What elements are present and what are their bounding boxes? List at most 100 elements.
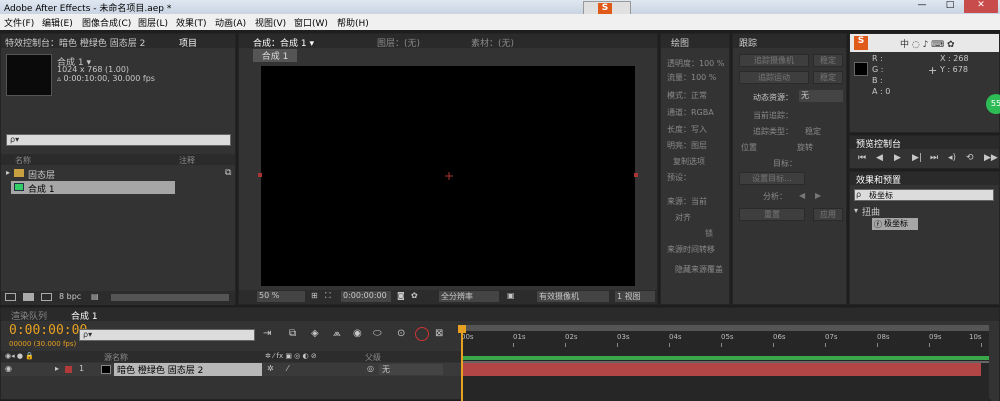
new-comp-icon[interactable] bbox=[41, 293, 52, 301]
flowchart-icon[interactable]: ⧉ bbox=[225, 168, 231, 178]
work-area-bar[interactable] bbox=[461, 325, 989, 331]
analyze-forward-icon[interactable]: ▶ bbox=[815, 191, 821, 200]
stabilize-motion-button[interactable]: 稳定 bbox=[813, 71, 843, 84]
brainstorm-icon[interactable]: ⊙ bbox=[397, 328, 405, 339]
horizontal-scrollbar[interactable] bbox=[111, 294, 229, 301]
column-source-name[interactable]: 源名称 bbox=[104, 352, 128, 363]
column-parent[interactable]: 父级 bbox=[365, 352, 381, 363]
motion-source-select[interactable]: 无 bbox=[799, 90, 843, 102]
menu-edit[interactable]: 编辑(E) bbox=[42, 16, 73, 29]
channel-icon[interactable]: ✿ bbox=[411, 291, 418, 300]
interpret-footage-icon[interactable] bbox=[5, 293, 16, 301]
track-camera-button[interactable]: 追踪摄像机 bbox=[739, 54, 809, 67]
status-badge[interactable]: 55 bbox=[986, 94, 1000, 114]
track-type-value[interactable]: 稳定 bbox=[805, 126, 821, 137]
menu-view[interactable]: 视图(V) bbox=[255, 16, 286, 29]
maximize-button[interactable]: □ bbox=[936, 0, 964, 13]
stopwatch-icon[interactable] bbox=[415, 327, 429, 341]
tab-render-queue[interactable]: 渲染队列 bbox=[11, 309, 47, 322]
visibility-icon[interactable]: ◉ bbox=[5, 364, 12, 373]
parent-pick-whip-icon[interactable]: ◎ bbox=[367, 364, 374, 373]
tab-effects[interactable]: 效果和预置 bbox=[856, 173, 901, 186]
tab-layer[interactable]: 图层：(无) bbox=[377, 36, 420, 49]
tab-comp-timeline[interactable]: 合成 1 bbox=[71, 309, 98, 322]
tab-effect-controls[interactable]: 特效控制台：暗色 橙绿色 固态层 2 bbox=[5, 36, 145, 49]
mini-flowchart-icon[interactable]: ⇥ bbox=[263, 328, 271, 339]
quality-switch-icon[interactable]: ⁄ bbox=[287, 364, 288, 373]
list-item[interactable]: ▸ 固态层 bbox=[1, 167, 235, 181]
analyze-back-icon[interactable]: ◀ bbox=[799, 191, 805, 200]
tab-paint[interactable]: 绘图 bbox=[671, 36, 689, 49]
expand-arrow-icon[interactable]: ▾ bbox=[854, 206, 858, 215]
prev-frame-icon[interactable]: ◀ bbox=[876, 153, 883, 163]
snapshot-icon[interactable]: ◙ bbox=[397, 291, 405, 300]
expand-arrow-icon[interactable]: ▸ bbox=[55, 364, 59, 373]
grid-icon[interactable]: ⊞ bbox=[311, 291, 318, 300]
mask-icon[interactable]: ⛶ bbox=[325, 291, 331, 301]
comp-viewer[interactable] bbox=[258, 66, 638, 286]
project-search-input[interactable]: ρ▾ bbox=[6, 134, 231, 146]
checkbox-rotation[interactable]: 旋转 bbox=[797, 142, 813, 153]
delete-icon[interactable]: ▤ bbox=[91, 292, 99, 301]
menu-animation[interactable]: 动画(A) bbox=[215, 16, 246, 29]
layer-duration-bar[interactable] bbox=[461, 363, 981, 376]
menu-file[interactable]: 文件(F) bbox=[4, 16, 34, 29]
menu-window[interactable]: 窗口(W) bbox=[294, 16, 328, 29]
column-comment[interactable]: 注释 bbox=[179, 155, 195, 166]
frame-blend-icon[interactable]: ⩕ bbox=[333, 328, 341, 339]
time-ruler[interactable]: 00s 01s 02s 03s 04s 05s 06s 07s 08s 09s 10s bbox=[461, 333, 989, 347]
parent-select[interactable]: 无 bbox=[379, 364, 443, 375]
menu-effect[interactable]: 效果(T) bbox=[176, 16, 207, 29]
first-frame-icon[interactable]: ⏮ bbox=[858, 153, 866, 163]
set-target-button[interactable]: 设置目标... bbox=[739, 172, 805, 185]
views-select[interactable]: 1 视图 bbox=[615, 291, 655, 302]
time-indicator-head-icon[interactable] bbox=[458, 325, 466, 333]
bit-depth-button[interactable]: 8 bpc bbox=[59, 292, 81, 301]
layer-handle-left[interactable] bbox=[258, 173, 262, 177]
track-motion-button[interactable]: 追踪运动 bbox=[739, 71, 809, 84]
region-icon[interactable]: ▣ bbox=[507, 291, 515, 300]
comp-subtab[interactable]: 合成 1 bbox=[253, 49, 297, 62]
graph-editor-icon[interactable]: ⬭ bbox=[373, 328, 382, 339]
camera-select[interactable]: 有效摄像机 bbox=[537, 291, 609, 302]
ime-tools-icon[interactable]: 中 ◌ ♪ ⌨ ✿ bbox=[900, 37, 955, 50]
expand-arrow-icon[interactable]: ▸ bbox=[6, 168, 10, 177]
checkbox-position[interactable]: 位置 bbox=[741, 142, 757, 153]
table-row[interactable]: ◉ ▸ 1 暗色 橙绿色 固态层 2 ✲ ⁄ ◎ 无 bbox=[1, 363, 461, 376]
camera-icon[interactable]: ⊠ bbox=[435, 328, 443, 339]
menu-comp[interactable]: 图像合成(C) bbox=[82, 16, 131, 29]
tab-composition[interactable]: 合成：合成 1 ▾ bbox=[253, 36, 314, 49]
resolution-select[interactable]: 全分辨率 bbox=[439, 291, 499, 302]
layer-handle-right[interactable] bbox=[634, 173, 638, 177]
timeline-timecode[interactable]: 0:00:00:00 bbox=[9, 323, 87, 338]
list-item[interactable]: 合成 1 bbox=[11, 181, 175, 195]
zoom-select[interactable]: 50 % bbox=[257, 291, 305, 302]
shy-icon[interactable]: ◈ bbox=[311, 328, 319, 339]
tab-footage[interactable]: 素材：(无) bbox=[471, 36, 514, 49]
menu-layer[interactable]: 图层(L) bbox=[138, 16, 168, 29]
tab-project[interactable]: 项目 bbox=[179, 36, 197, 49]
motion-blur-icon[interactable]: ◉ bbox=[353, 328, 362, 339]
play-icon[interactable]: ▶ bbox=[894, 153, 901, 163]
new-folder-icon[interactable] bbox=[23, 293, 34, 301]
layer-name[interactable]: 暗色 橙绿色 固态层 2 bbox=[114, 363, 262, 376]
ram-preview-icon[interactable]: ▶▶ bbox=[984, 153, 998, 163]
loop-icon[interactable]: ⟲ bbox=[966, 153, 974, 163]
current-time-indicator[interactable] bbox=[461, 325, 463, 401]
shy-switch-icon[interactable]: ✲ bbox=[267, 364, 274, 373]
timeline-search-input[interactable]: ρ▾ bbox=[79, 329, 255, 341]
timecode-display[interactable]: 0:00:00:00 bbox=[341, 291, 391, 302]
next-frame-icon[interactable]: ▶| bbox=[912, 153, 922, 163]
menu-help[interactable]: 帮助(H) bbox=[337, 16, 369, 29]
close-button[interactable]: ✕ bbox=[964, 0, 998, 13]
minimize-button[interactable]: — bbox=[908, 0, 936, 13]
stabilize-button[interactable]: 稳定 bbox=[813, 54, 843, 67]
column-name[interactable]: 名称 bbox=[15, 155, 31, 166]
label-color-icon[interactable] bbox=[65, 366, 72, 373]
tab-preview[interactable]: 预览控制台 bbox=[856, 137, 901, 150]
reset-button[interactable]: 重置 bbox=[739, 208, 805, 221]
tab-tracker[interactable]: 跟踪 bbox=[739, 36, 757, 49]
audio-icon[interactable]: ◂) bbox=[948, 153, 956, 163]
effects-search-input[interactable]: 极坐标 bbox=[854, 189, 994, 201]
apply-button[interactable]: 应用 bbox=[813, 208, 843, 221]
